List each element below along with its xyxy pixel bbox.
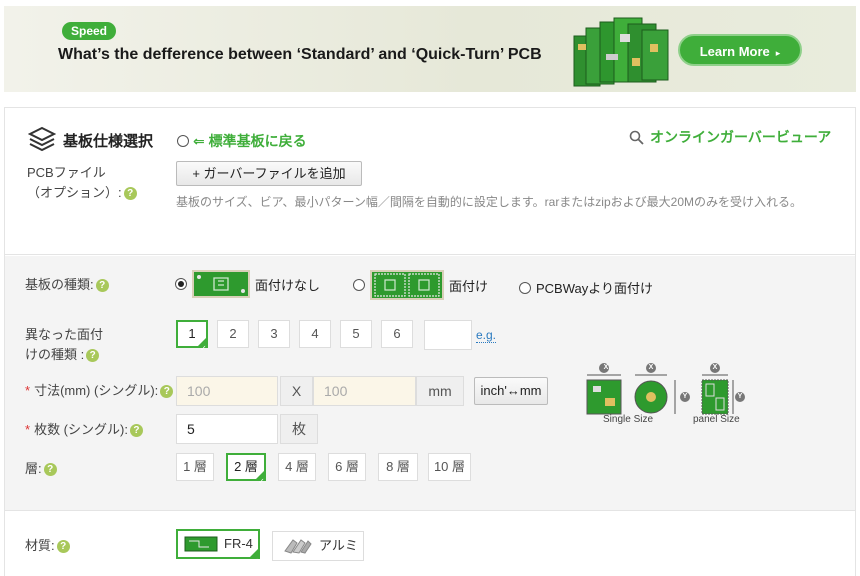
design-count-5[interactable]: 5 bbox=[340, 320, 372, 348]
single-size-caption: Single Size bbox=[603, 414, 654, 425]
online-gerber-viewer-link[interactable]: オンラインガーバービューア bbox=[629, 127, 831, 147]
dim-y-label: Y bbox=[682, 393, 688, 400]
search-icon bbox=[629, 130, 644, 145]
play-arrow-icon: ▸ bbox=[775, 48, 781, 58]
designs-label-line1: 異なった面付 bbox=[25, 327, 104, 342]
example-link[interactable]: e.g. bbox=[476, 328, 497, 343]
viewer-link-label: オンラインガーバービューア bbox=[650, 129, 832, 145]
help-icon[interactable]: ? bbox=[95, 279, 109, 293]
design-count-label: 1 bbox=[188, 326, 196, 341]
layer-option-10[interactable]: 10 層 bbox=[428, 453, 471, 481]
board-options-section: 基板の種類:? 面付けなし 面付け PCBWayより面付け 異なった面付 けの種… bbox=[5, 256, 855, 510]
layers-label-text: 層: bbox=[25, 461, 42, 476]
panel-size-caption: panel Size bbox=[693, 414, 740, 425]
board-type-label-panel: 面付け bbox=[449, 278, 489, 294]
board-type-option-single[interactable]: 面付けなし bbox=[175, 270, 320, 298]
designs-label: 異なった面付 けの種類 :? bbox=[25, 325, 103, 365]
size-label-text: 寸法(mm) (シングル): bbox=[34, 383, 159, 398]
aluminum-board-icon bbox=[284, 539, 312, 554]
help-icon[interactable]: ? bbox=[43, 463, 57, 477]
layer-option-1[interactable]: 1 層 bbox=[176, 453, 214, 481]
inch-mm-convert-button[interactable]: inch'↔mm bbox=[474, 377, 548, 405]
dim-y-label: Y bbox=[737, 393, 743, 400]
pcb-file-label-line2: （オプション）: bbox=[27, 185, 122, 200]
pcb-spec-panel: 基板仕様選択 ⇐ 標準基板に戻る オンラインガーバービューア PCBファイル （… bbox=[4, 107, 856, 576]
back-to-standard-link[interactable]: ⇐ 標準基板に戻る bbox=[177, 131, 307, 151]
dim-x-label: X bbox=[603, 364, 609, 371]
pcb-stack-illustration bbox=[573, 17, 669, 87]
radio-icon[interactable] bbox=[519, 281, 531, 294]
layer-option-6[interactable]: 6 層 bbox=[328, 453, 366, 481]
fr4-board-icon bbox=[184, 536, 218, 552]
pcb-file-hint: 基板のサイズ、ビア、最小パターン幅／間隔を自動的に設定します。rarまたはzip… bbox=[176, 195, 802, 209]
designs-label-line2: けの種類 : bbox=[25, 347, 85, 362]
material-option-aluminum[interactable]: アルミ bbox=[272, 531, 364, 561]
size-separator: X bbox=[280, 376, 313, 406]
board-type-label-text: 基板の種類: bbox=[25, 277, 94, 292]
design-count-2[interactable]: 2 bbox=[217, 320, 249, 348]
layers-icon bbox=[28, 126, 56, 152]
help-icon[interactable]: ? bbox=[160, 385, 174, 399]
board-type-label-pcbway: PCBWayより面付け bbox=[536, 281, 653, 296]
dim-x-label: X bbox=[712, 364, 718, 371]
layer-option-4[interactable]: 4 層 bbox=[278, 453, 316, 481]
layer-option-8[interactable]: 8 層 bbox=[378, 453, 418, 481]
help-icon[interactable]: ? bbox=[56, 540, 70, 554]
design-count-6[interactable]: 6 bbox=[381, 320, 413, 348]
dim-x-label: X bbox=[648, 364, 654, 371]
help-icon[interactable]: ? bbox=[123, 187, 137, 201]
radio-icon bbox=[177, 135, 189, 147]
material-label-text: 材質: bbox=[25, 538, 55, 553]
add-gerber-file-button[interactable]: + ガーバーファイルを追加 bbox=[176, 161, 362, 186]
design-count-custom-input[interactable] bbox=[424, 320, 472, 350]
size-label: * 寸法(mm) (シングル):? bbox=[25, 381, 174, 401]
board-type-label-single: 面付けなし bbox=[255, 277, 321, 293]
quantity-label-text: 枚数 (シングル): bbox=[34, 422, 128, 437]
promo-banner[interactable]: Speed What’s the defference between ‘Sta… bbox=[4, 6, 856, 92]
quantity-unit: 枚 bbox=[280, 414, 318, 444]
section-title: 基板仕様選択 bbox=[63, 133, 154, 150]
single-board-icon bbox=[192, 270, 250, 298]
check-icon bbox=[254, 469, 266, 494]
banner-title: What’s the defference between ‘Standard’… bbox=[58, 46, 542, 63]
material-label: 材質:? bbox=[25, 536, 70, 556]
learn-more-label: Learn More bbox=[699, 44, 770, 59]
material-section: 材質:? FR-4 アルミ bbox=[5, 510, 855, 576]
layer-option-2[interactable]: 2 層 bbox=[226, 453, 266, 494]
design-count-4[interactable]: 4 bbox=[299, 320, 331, 348]
design-count-1[interactable]: 1 bbox=[176, 320, 208, 361]
help-icon[interactable]: ? bbox=[86, 349, 100, 363]
learn-more-button[interactable]: Learn More ▸ bbox=[678, 34, 802, 66]
size-unit: mm bbox=[416, 376, 464, 406]
speed-badge: Speed bbox=[62, 22, 117, 40]
size-y-input[interactable]: 100 bbox=[313, 376, 416, 406]
panel-board-icon bbox=[370, 270, 444, 300]
board-type-label: 基板の種類:? bbox=[25, 275, 109, 295]
check-icon bbox=[248, 547, 260, 576]
quantity-input[interactable]: 5 bbox=[176, 414, 278, 444]
back-link-label: ⇐ 標準基板に戻る bbox=[193, 133, 307, 149]
size-x-input[interactable]: 100 bbox=[176, 376, 278, 406]
design-count-3[interactable]: 3 bbox=[258, 320, 290, 348]
board-type-option-panel[interactable]: 面付け bbox=[353, 270, 488, 300]
pcb-file-label: PCBファイル （オプション）:? bbox=[27, 163, 137, 203]
quantity-label: * 枚数 (シングル):? bbox=[25, 420, 143, 440]
layers-label: 層:? bbox=[25, 459, 57, 479]
panel-header-section: 基板仕様選択 ⇐ 標準基板に戻る オンラインガーバービューア PCBファイル （… bbox=[5, 108, 855, 255]
material-option-label: アルミ bbox=[319, 538, 358, 553]
radio-icon[interactable] bbox=[353, 279, 365, 291]
check-icon bbox=[196, 336, 208, 361]
material-option-fr4[interactable]: FR-4 bbox=[176, 529, 260, 576]
radio-selected-icon[interactable] bbox=[175, 278, 187, 290]
board-type-option-pcbway-panel[interactable]: PCBWayより面付け bbox=[519, 278, 653, 297]
help-icon[interactable]: ? bbox=[129, 424, 143, 438]
pcb-file-label-line1: PCBファイル bbox=[27, 165, 106, 180]
